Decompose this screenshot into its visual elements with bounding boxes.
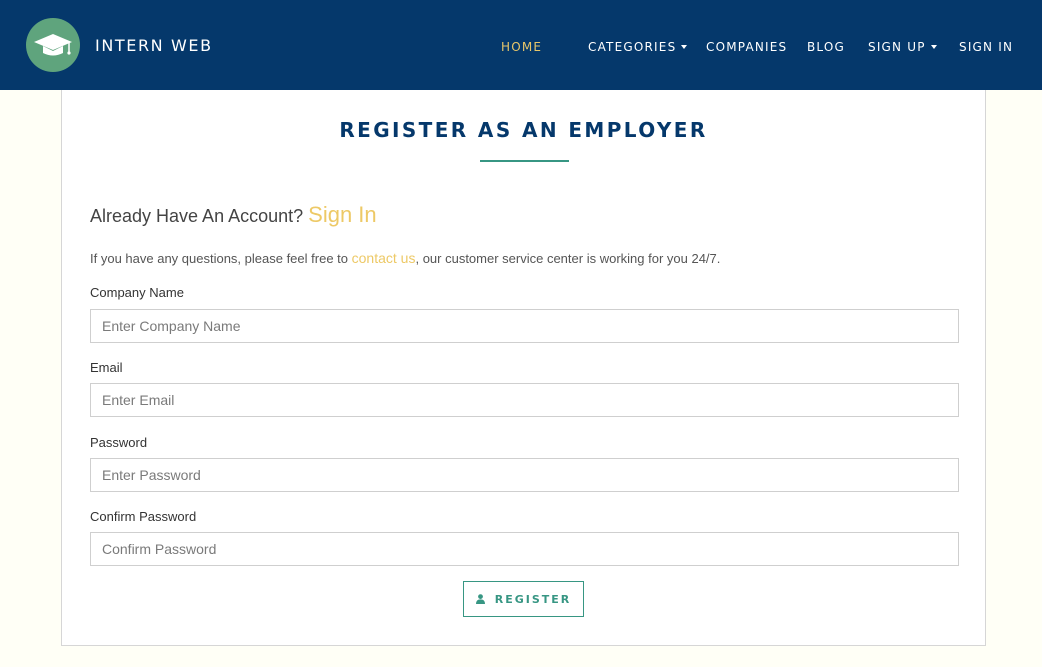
register-button-label: REGISTER (494, 592, 572, 606)
logo[interactable] (26, 18, 80, 72)
sign-in-link[interactable]: Sign In (308, 202, 377, 227)
note-text-after: , our customer service center is working… (415, 251, 721, 266)
caret-down-icon (930, 45, 937, 49)
page-title: REGISTER AS AN EMPLOYER (339, 118, 708, 142)
password-label: Password (90, 435, 148, 450)
confirm-password-label: Confirm Password (90, 509, 197, 524)
graduation-cap-icon (34, 34, 72, 56)
password-input[interactable] (90, 458, 959, 492)
already-account-line: Already Have An Account? Sign In (90, 202, 377, 228)
nav-blog[interactable]: BLOG (807, 40, 845, 54)
user-icon (475, 594, 485, 604)
company-name-label: Company Name (90, 285, 184, 300)
nav-categories[interactable]: CATEGORIES (588, 40, 688, 54)
confirm-password-input[interactable] (90, 532, 959, 566)
nav-sign-in[interactable]: SIGN IN (959, 40, 1013, 54)
nav-home-label: HOME (501, 40, 543, 54)
email-input[interactable] (90, 383, 959, 417)
caret-down-icon (681, 45, 688, 49)
nav-categories-label: CATEGORIES (588, 40, 677, 54)
brand-name[interactable]: INTERN WEB (95, 36, 213, 55)
company-name-input[interactable] (90, 309, 959, 343)
nav-blog-label: BLOG (807, 40, 846, 54)
nav-sign-up[interactable]: SIGN UP (868, 40, 937, 54)
already-account-text: Already Have An Account? (90, 206, 304, 226)
contact-note: If you have any questions, please feel f… (90, 250, 720, 266)
email-label: Email (90, 360, 123, 375)
nav-companies-label: COMPANIES (706, 40, 788, 54)
nav-sign-in-label: SIGN IN (959, 40, 1014, 54)
nav-sign-up-label: SIGN UP (868, 40, 926, 54)
register-button[interactable]: REGISTER (463, 581, 584, 617)
top-navbar: INTERN WEB HOME CATEGORIES COMPANIES BLO… (0, 0, 1042, 90)
nav-companies[interactable]: COMPANIES (706, 40, 787, 54)
note-text-before: If you have any questions, please feel f… (90, 251, 349, 266)
title-underline (480, 160, 569, 162)
nav-home[interactable]: HOME (501, 40, 542, 54)
contact-us-link[interactable]: contact us (352, 250, 416, 266)
register-card: REGISTER AS AN EMPLOYER Already Have An … (61, 90, 986, 646)
